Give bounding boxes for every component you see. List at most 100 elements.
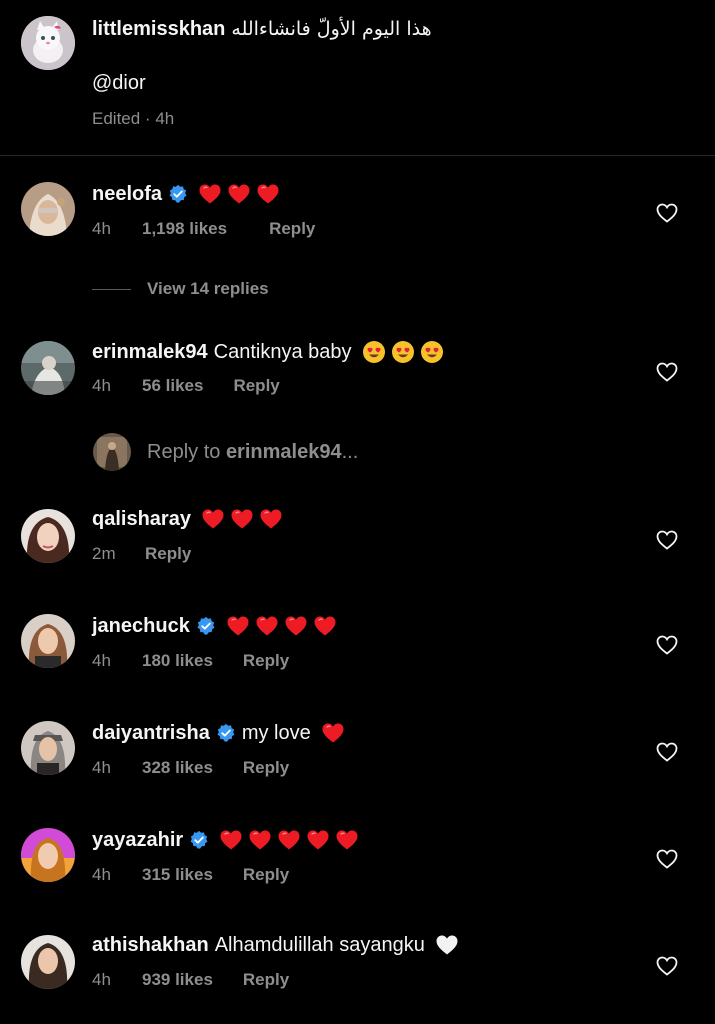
comment-time: 4h <box>92 376 111 395</box>
red-heart-icon <box>255 614 279 638</box>
comment-likes[interactable]: 56 likes <box>142 376 203 396</box>
comment-username[interactable]: athishakhan <box>92 934 209 957</box>
comment-emoji <box>321 721 350 745</box>
red-heart-icon <box>306 828 330 852</box>
comment-text: Alhamdulillah sayangku <box>214 933 425 956</box>
red-heart-icon <box>259 507 283 531</box>
red-heart-icon <box>230 507 254 531</box>
comment-time: 2m <box>92 544 116 563</box>
red-heart-icon <box>335 828 359 852</box>
like-heart-icon[interactable] <box>654 847 680 871</box>
reply-button[interactable]: Reply <box>145 544 191 564</box>
comment-username[interactable]: janechuck <box>92 615 190 638</box>
comment-row-qalisharay: qalisharay <box>92 504 288 534</box>
verified-badge-icon <box>216 723 236 743</box>
verified-badge-icon <box>168 184 188 204</box>
comment-emoji <box>198 182 285 206</box>
comment-likes[interactable]: 939 likes <box>142 970 213 990</box>
red-heart-icon <box>313 614 337 638</box>
like-heart-icon[interactable] <box>654 740 680 764</box>
comment-likes[interactable]: 315 likes <box>142 865 213 885</box>
white-heart-icon <box>435 933 459 957</box>
comment-text: my love <box>241 721 311 744</box>
comment-row-athishakhan: athishakhan Alhamdulillah sayangku <box>92 930 464 960</box>
heart-eyes-emoji-icon <box>391 340 415 364</box>
comment-time: 4h <box>92 651 111 670</box>
comment-text: Cantiknya baby <box>213 340 352 363</box>
reply-prefix: Reply to <box>147 440 226 463</box>
comment-avatar[interactable] <box>21 721 75 775</box>
red-heart-icon <box>198 182 222 206</box>
heart-eyes-emoji-icon <box>420 340 444 364</box>
comment-emoji <box>201 507 288 531</box>
comment-username[interactable]: yayazahir <box>92 829 183 852</box>
comment-time: 4h <box>92 219 111 238</box>
caption-row: littlemisskhan هذا اليوم الأولّ فانشاءال… <box>92 14 432 44</box>
meta-dot: · <box>140 109 156 128</box>
caption-text: هذا اليوم الأولّ فانشاءالله <box>231 18 432 40</box>
comment-emoji <box>219 828 364 852</box>
verified-badge-icon <box>196 616 216 636</box>
heart-eyes-emoji-icon <box>362 340 386 364</box>
comment-avatar[interactable] <box>21 182 75 236</box>
comment-emoji <box>362 340 449 364</box>
reply-target-username: erinmalek94 <box>225 440 342 463</box>
comment-likes[interactable]: 328 likes <box>142 758 213 778</box>
red-heart-icon <box>284 614 308 638</box>
comment-avatar[interactable] <box>21 341 75 395</box>
comment-row-daiyantrisha: daiyantrisha my love <box>92 718 350 748</box>
comment-meta: 4h 180 likes Reply <box>92 649 289 673</box>
comment-username[interactable]: neelofa <box>92 183 162 206</box>
comment-meta: 4h 56 likes Reply <box>92 374 280 398</box>
comment-username[interactable]: qalisharay <box>92 508 191 531</box>
reply-button[interactable]: Reply <box>243 970 289 990</box>
comment-likes[interactable]: 1,198 likes <box>142 219 227 239</box>
comment-emoji <box>435 933 464 957</box>
comment-row-neelofa: neelofa <box>92 179 285 209</box>
comment-meta: 4h 328 likes Reply <box>92 756 289 780</box>
like-heart-icon[interactable] <box>654 201 680 225</box>
reply-button[interactable]: Reply <box>243 758 289 778</box>
comment-row-erinmalek94: erinmalek94 Cantiknya baby <box>92 337 449 367</box>
red-heart-icon <box>277 828 301 852</box>
comment-avatar[interactable] <box>21 509 75 563</box>
red-heart-icon <box>248 828 272 852</box>
comment-username[interactable]: erinmalek94 <box>92 341 208 364</box>
reply-button[interactable]: Reply <box>243 651 289 671</box>
reply-composer[interactable]: Reply to erinmalek94 ... <box>93 432 358 472</box>
comment-time: 4h <box>92 865 111 884</box>
comment-username[interactable]: daiyantrisha <box>92 722 210 745</box>
reply-button[interactable]: Reply <box>243 865 289 885</box>
reply-button[interactable]: Reply <box>269 219 315 239</box>
comment-avatar[interactable] <box>21 828 75 882</box>
caption-mention[interactable]: @dior <box>92 72 146 95</box>
red-heart-icon <box>256 182 280 206</box>
comment-time: 4h <box>92 758 111 777</box>
red-heart-icon <box>219 828 243 852</box>
post-author-username[interactable]: littlemisskhan <box>92 18 225 41</box>
comment-meta: 4h 939 likes Reply <box>92 968 289 992</box>
comment-time: 4h <box>92 970 111 989</box>
like-heart-icon[interactable] <box>654 954 680 978</box>
comment-emoji <box>226 614 342 638</box>
comment-row-janechuck: janechuck <box>92 611 342 641</box>
edited-label: Edited <box>92 109 141 128</box>
comment-avatar[interactable] <box>21 935 75 989</box>
comment-meta: 4h 1,198 likes Reply <box>92 217 315 241</box>
comment-row-yayazahir: yayazahir <box>92 825 364 855</box>
current-user-avatar <box>93 433 131 471</box>
like-heart-icon[interactable] <box>654 360 680 384</box>
reply-button[interactable]: Reply <box>233 376 279 396</box>
comment-likes[interactable]: 180 likes <box>142 651 213 671</box>
like-heart-icon[interactable] <box>654 633 680 657</box>
comment-meta: 4h 315 likes Reply <box>92 863 289 887</box>
view-replies-line <box>92 288 131 290</box>
caption-meta: Edited · 4h <box>92 107 174 131</box>
red-heart-icon <box>201 507 225 531</box>
comment-meta: 2m Reply <box>92 542 191 566</box>
like-heart-icon[interactable] <box>654 528 680 552</box>
post-author-avatar[interactable] <box>21 16 75 70</box>
view-replies-button[interactable]: View 14 replies <box>92 277 269 301</box>
verified-badge-icon <box>189 830 209 850</box>
comment-avatar[interactable] <box>21 614 75 668</box>
